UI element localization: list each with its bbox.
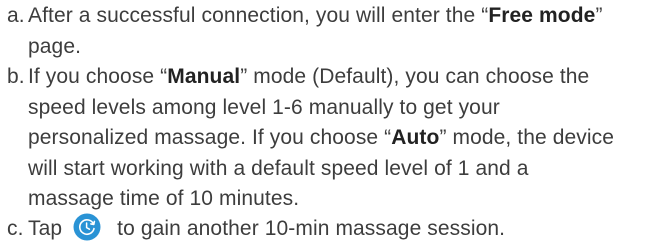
item-b-text-4: personalized massage. If you choose “ [28,126,392,149]
item-c-text-2: to gain another 10-min massage session. [117,217,506,240]
item-b-bold-manual: Manual [167,65,241,88]
item-a-line-1: a. After a successful connection, you wil… [7,1,647,32]
item-b-text-7: massage time of 10 minutes. [28,187,300,210]
item-b-line-5: massage time of 10 minutes. [7,184,647,215]
list-item-b: b. If you choose “Manual” mode (Default),… [7,62,647,215]
item-a-text-3: page. [28,34,82,58]
item-a-bold-free-mode: Free mode [488,4,596,27]
item-b-line-2: speed levels among level 1-6 manually to… [7,93,647,124]
list-item-c: c. Tap to gain another 10-min massage ses… [7,213,647,245]
instructions-list: a. After a successful connection, you wil… [0,0,648,243]
item-b-line-1: b. If you choose “Manual” mode (Default),… [7,62,647,93]
item-b-text-5: ” mode, the device [439,126,615,149]
item-b-marker: b. [7,65,25,88]
item-a-marker: a. [7,4,25,27]
item-b-bold-auto: Auto [391,126,440,149]
item-b-text-3: speed levels among level 1-6 manually to… [28,95,500,119]
item-b-text-2: ” mode (Default), you can choose the [240,65,590,88]
item-a-text-2: ” [595,4,603,27]
item-b-text-1: If you choose “ [28,65,168,88]
list-item-a: a. After a successful connection, you wil… [7,1,647,62]
item-c-marker: c. [7,217,24,240]
item-a-text-1: After a successful connection, you will … [28,4,489,27]
item-a-line-2: page. [7,32,647,63]
item-c-text-1: Tap [28,217,63,240]
refresh-timer-icon [73,213,101,241]
item-b-text-6: will start working with a default speed … [28,156,529,180]
item-b-line-4: will start working with a default speed … [7,154,647,185]
item-b-line-3: personalized massage. If you choose “Aut… [7,123,647,154]
